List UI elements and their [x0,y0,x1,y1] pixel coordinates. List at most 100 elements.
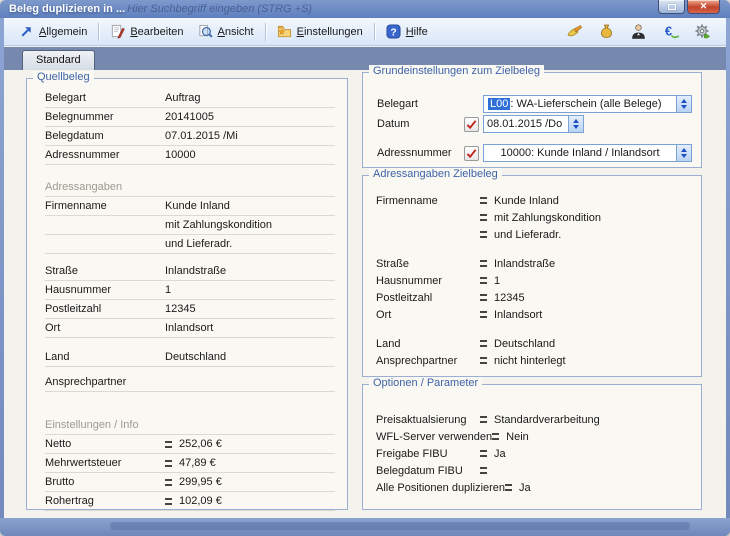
person-icon[interactable] [628,22,648,42]
row-label: Mehrwertsteuer [45,457,165,469]
row-label: WFL-Server verwenden [376,431,492,443]
row-value: 1 [480,275,500,287]
menubar: Allgemein Bearbeiten Ansicht Eins [4,18,726,46]
spinner-icon[interactable] [569,115,584,133]
equals-icon [165,498,172,505]
window-bottom-frame[interactable] [0,518,730,536]
equals-icon [480,294,487,301]
equals-icon [165,460,172,467]
row-label: Belegdatum FIBU [376,465,480,477]
data-row: OrtInlandsort [376,306,691,323]
row-label: Firmenname [45,200,165,212]
close-icon: ✕ [700,2,708,11]
row-value: Auftrag [165,92,200,104]
panel-legend: Adressangaben Zielbeleg [369,168,502,180]
equals-icon [505,484,512,491]
window-controls: ✕ [658,0,720,14]
menu-hilfe[interactable]: ? Hilfe [379,22,435,41]
row-value: Ja [505,482,531,494]
data-row: mit Zahlungskondition [45,216,335,235]
data-row: Ansprechpartnernicht hinterlegt [376,352,691,369]
panel-legend: Grundeinstellungen zum Zielbeleg [369,65,544,77]
edit-check-button[interactable] [464,146,479,161]
content-area: Quellbeleg BelegartAuftragBelegnummer201… [4,70,726,518]
datum-input[interactable] [483,115,569,133]
data-row: Rohertrag102,09 € [45,492,335,511]
arrow-up-right-icon [19,24,34,39]
row-value: mit Zahlungskondition [480,212,601,224]
row-label: Rohertrag [45,495,165,507]
panel-legend: Quellbeleg [33,71,94,83]
data-row: PreisaktualsierungStandardverarbeitung [376,411,691,428]
data-row: Belegdatum FIBU [376,462,691,479]
close-button[interactable]: ✕ [687,0,720,14]
optionen-rows: PreisaktualsierungStandardverarbeitungWF… [376,411,691,496]
magnifier-icon [198,24,213,39]
help-icon: ? [386,24,401,39]
row-spacer [376,323,691,335]
row-value: 252,06 € [165,438,222,450]
toolbar-divider [98,23,99,41]
restore-button[interactable] [658,0,685,14]
menu-ansicht[interactable]: Ansicht [191,22,261,41]
pen-icon[interactable] [564,22,584,42]
money-bag-icon[interactable] [596,22,616,42]
row-value: Inlandstraße [165,265,226,277]
equals-icon [492,433,499,440]
data-row: Brutto299,95 € [45,473,335,492]
spinner-icon[interactable] [676,145,691,161]
selected-code: L00 [488,98,510,110]
row-label: Adressangaben [45,181,335,193]
panel-grundeinstellungen: Grundeinstellungen zum Zielbeleg Belegar… [362,72,702,168]
data-row: Postleitzahl12345 [376,289,691,306]
row-value: Inlandsort [165,322,213,334]
menu-allgemein[interactable]: Allgemein [12,22,94,41]
row-value: und Lieferadr. [480,229,561,241]
adressnummer-row: Adressnummer 10000: Kunde Inland / Inlan… [377,144,692,162]
row-label: Ort [45,322,165,334]
tab-standard[interactable]: Standard [22,50,95,70]
equals-icon [480,277,487,284]
row-spacer [45,165,335,178]
menu-label: Hilfe [406,26,428,38]
menu-einstellungen[interactable]: Einstellungen [270,22,370,41]
menu-bearbeiten[interactable]: Bearbeiten [103,22,190,41]
edit-page-icon [110,24,125,39]
data-row: Postleitzahl12345 [45,300,335,319]
titlebar[interactable]: Beleg duplizieren in ... Hier Suchbegrif… [0,0,730,18]
gear-icon[interactable] [692,22,712,42]
row-value: Kunde Inland [165,200,230,212]
spinner-icon[interactable] [676,96,691,112]
row-label: Belegnummer [45,111,165,123]
panel-optionen-parameter: Optionen / Parameter PreisaktualsierungS… [362,384,702,510]
resize-grip [110,522,690,530]
edit-check-button[interactable] [464,117,479,132]
row-label: Land [45,351,165,363]
equals-icon [480,340,487,347]
equals-icon [480,197,487,204]
data-row: LandDeutschland [376,335,691,352]
restore-icon [668,4,676,10]
data-row: Freigabe FIBUJa [376,445,691,462]
belegart-combobox[interactable]: L00 : WA-Lieferschein (alle Belege) [483,95,692,113]
data-row: Belegdatum07.01.2015 /Mi [45,127,335,146]
data-row: WFL-Server verwendenNein [376,428,691,445]
row-value: 20141005 [165,111,214,123]
data-row: Ansprechpartner [45,373,335,392]
adressnummer-combobox[interactable]: 10000: Kunde Inland / Inlandsort [483,144,692,162]
row-label: Ansprechpartner [376,355,480,367]
row-value: nicht hinterlegt [480,355,566,367]
data-row: und Lieferadr. [45,235,335,254]
row-label: Postleitzahl [45,303,165,315]
euro-sync-icon[interactable]: € [660,22,680,42]
row-label: Freigabe FIBU [376,448,480,460]
row-value: Deutschland [165,351,226,363]
menu-label: Ansicht [218,26,254,38]
tab-strip: Standard [4,47,726,70]
toolbar-divider [265,23,266,41]
row-label: Belegart [45,92,165,104]
data-row: und Lieferadr. [376,226,691,243]
row-value: 12345 [165,303,196,315]
window-body: Allgemein Bearbeiten Ansicht Eins [4,18,726,518]
data-row: FirmennameKunde Inland [376,192,691,209]
